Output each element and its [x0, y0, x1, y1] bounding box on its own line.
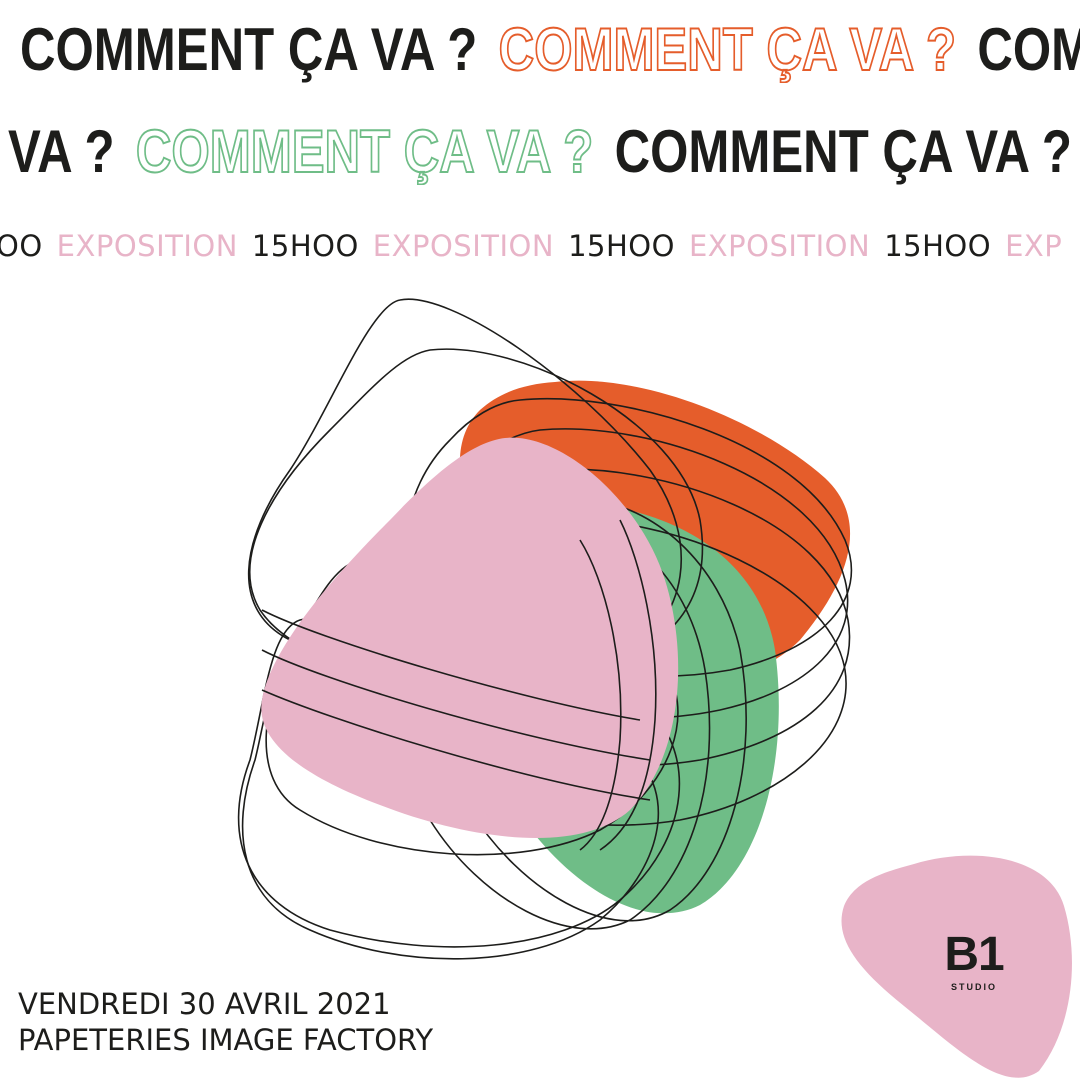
- logo-sub-text: STUDIO: [950, 982, 997, 992]
- logo-main-text: B1: [944, 928, 1004, 981]
- event-venue: PAPETERIES IMAGE FACTORY: [18, 1023, 434, 1057]
- event-info: VENDREDI 30 AVRIL 2021 PAPETERIES IMAGE …: [18, 986, 433, 1058]
- event-date: VENDREDI 30 AVRIL 2021: [18, 987, 391, 1021]
- studio-logo: B1 STUDIO: [942, 928, 1006, 993]
